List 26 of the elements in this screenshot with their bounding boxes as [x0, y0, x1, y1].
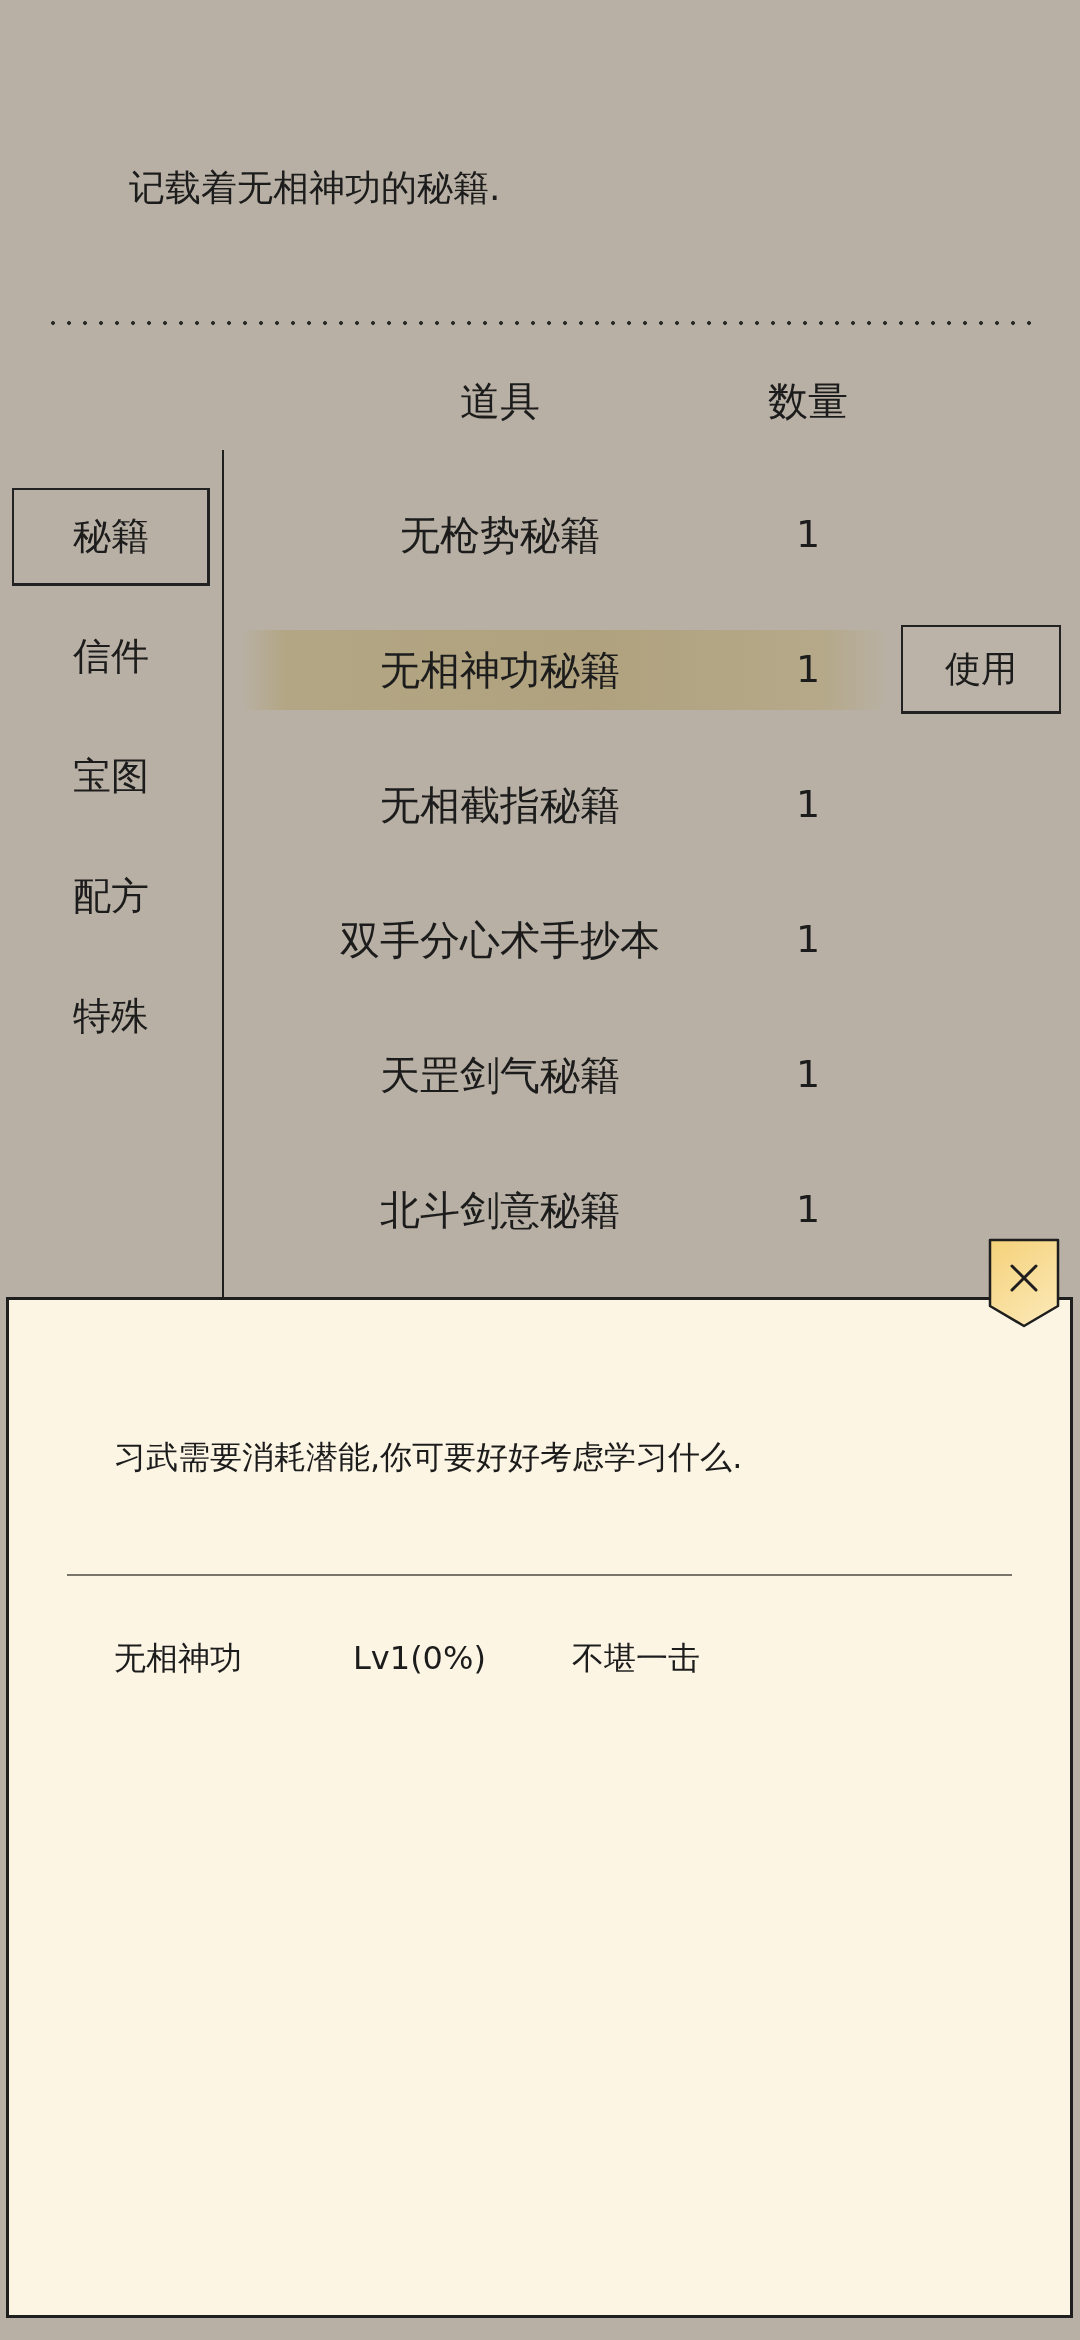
item-count: 1	[794, 646, 822, 693]
skill-level-text: Lv1(0%)	[353, 1638, 487, 1678]
description-text: 记载着无相神功的秘籍.	[129, 166, 501, 210]
category-tab[interactable]: 宝图	[12, 728, 210, 826]
item-name[interactable]: 双手分心术手抄本	[241, 915, 759, 964]
category-tab[interactable]: 秘籍	[12, 488, 210, 586]
column-header: 道具	[459, 376, 541, 425]
category-tab[interactable]: 信件	[12, 608, 210, 706]
item-count: 1	[794, 781, 822, 828]
item-count: 1	[794, 1051, 822, 1098]
category-tab[interactable]: 特殊	[12, 968, 210, 1066]
column-header: 数量	[767, 376, 849, 425]
close-button[interactable]	[988, 1238, 1060, 1328]
category-tab[interactable]: 配方	[12, 848, 210, 946]
skill-rating: 不堪一击	[572, 1638, 700, 1678]
use-button[interactable]: 使用	[901, 625, 1061, 714]
item-count: 1	[794, 916, 822, 963]
item-name[interactable]: 无相神功秘籍	[241, 645, 759, 694]
item-name[interactable]: 北斗剑意秘籍	[241, 1185, 759, 1234]
dialog-message: 习武需要消耗潜能,你可要好好考虑学习什么.	[114, 1437, 743, 1477]
item-count: 1	[794, 1186, 822, 1233]
item-count: 1	[794, 511, 822, 558]
item-name[interactable]: 天罡剑气秘籍	[241, 1050, 759, 1099]
item-name[interactable]: 无枪势秘籍	[241, 510, 759, 559]
skill-name: 无相神功	[114, 1638, 243, 1678]
item-name[interactable]: 无相截指秘籍	[241, 780, 759, 829]
